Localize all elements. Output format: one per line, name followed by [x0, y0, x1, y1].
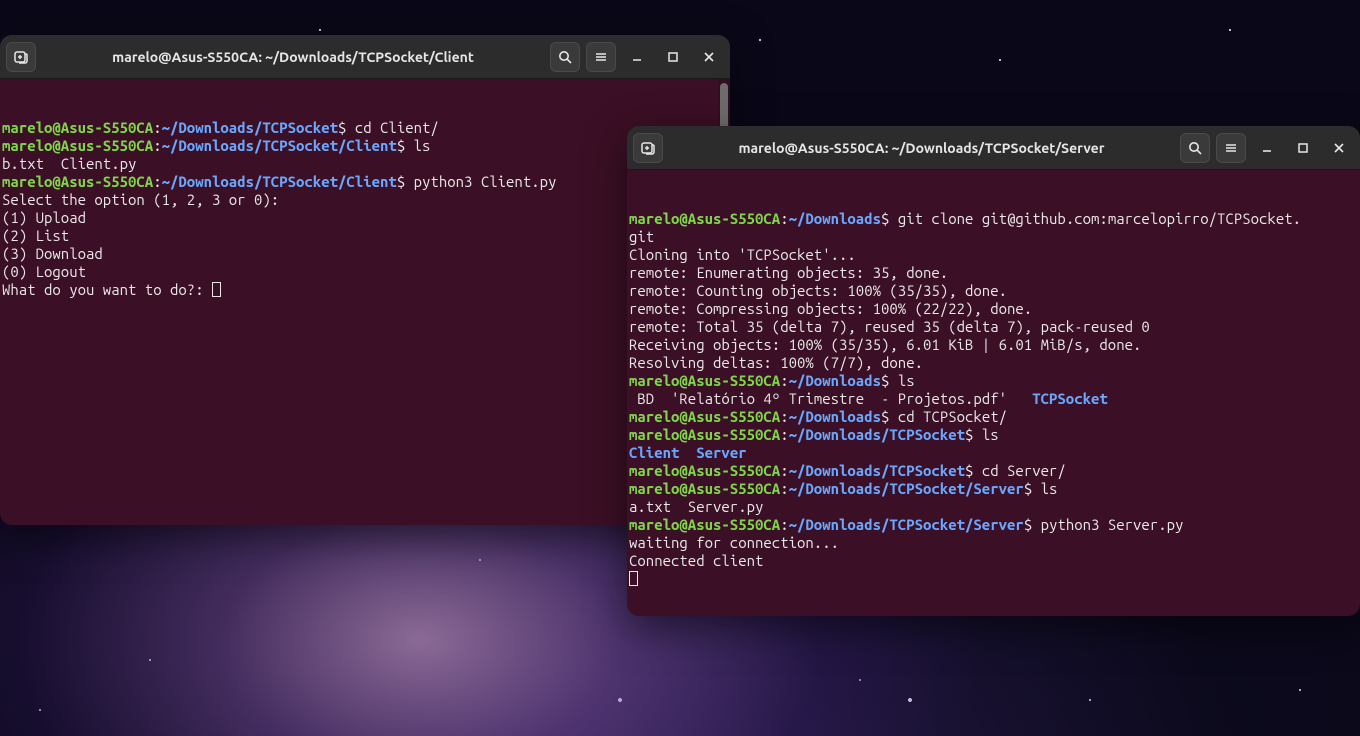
terminal-line: git — [629, 228, 1354, 246]
terminal-line: (3) Download — [2, 245, 724, 263]
terminal-line: What do you want to do?: — [2, 281, 724, 299]
maximize-button[interactable] — [658, 42, 688, 72]
terminal-line: Client Server — [629, 444, 1354, 462]
terminal-line: Receiving objects: 100% (35/35), 6.01 Ki… — [629, 336, 1354, 354]
terminal-line: marelo@Asus-S550CA:~/Downloads$ cd TCPSo… — [629, 408, 1354, 426]
terminal-line: Connected client — [629, 552, 1354, 570]
close-icon — [702, 50, 716, 64]
terminal-line: marelo@Asus-S550CA:~/Downloads/TCPSocket… — [629, 516, 1354, 534]
terminal-line: Cloning into 'TCPSocket'... — [629, 246, 1354, 264]
minimize-button[interactable] — [1252, 133, 1282, 163]
terminal-output[interactable]: marelo@Asus-S550CA:~/Downloads$ git clon… — [627, 170, 1360, 616]
terminal-line: waiting for connection... — [629, 534, 1354, 552]
hamburger-menu-button[interactable] — [1216, 133, 1246, 163]
terminal-line: marelo@Asus-S550CA:~/Downloads/TCPSocket… — [2, 173, 724, 191]
hamburger-icon — [1223, 140, 1239, 156]
minimize-icon — [630, 50, 644, 64]
terminal-line: (2) List — [2, 227, 724, 245]
maximize-icon — [1296, 141, 1310, 155]
titlebar[interactable]: marelo@Asus-S550CA: ~/Downloads/TCPSocke… — [627, 126, 1360, 170]
terminal-line: marelo@Asus-S550CA:~/Downloads/TCPSocket… — [2, 137, 724, 155]
new-tab-button[interactable] — [633, 133, 663, 163]
search-icon — [557, 49, 573, 65]
titlebar[interactable]: marelo@Asus-S550CA: ~/Downloads/TCPSocke… — [0, 35, 730, 79]
text-cursor — [212, 282, 221, 297]
terminal-output[interactable]: marelo@Asus-S550CA:~/Downloads/TCPSocket… — [0, 79, 730, 525]
hamburger-icon — [593, 49, 609, 65]
window-title: marelo@Asus-S550CA: ~/Downloads/TCPSocke… — [669, 140, 1174, 156]
minimize-icon — [1260, 141, 1274, 155]
close-button[interactable] — [694, 42, 724, 72]
terminal-window-client: marelo@Asus-S550CA: ~/Downloads/TCPSocke… — [0, 35, 730, 525]
text-cursor — [629, 571, 638, 586]
close-icon — [1332, 141, 1346, 155]
window-title: marelo@Asus-S550CA: ~/Downloads/TCPSocke… — [42, 49, 544, 65]
maximize-button[interactable] — [1288, 133, 1318, 163]
terminal-line: b.txt Client.py — [2, 155, 724, 173]
terminal-line: (1) Upload — [2, 209, 724, 227]
terminal-line: marelo@Asus-S550CA:~/Downloads$ git clon… — [629, 210, 1354, 228]
terminal-line: BD 'Relatório 4º Trimestre - Projetos.pd… — [629, 390, 1354, 408]
hamburger-menu-button[interactable] — [586, 42, 616, 72]
terminal-line: marelo@Asus-S550CA:~/Downloads/TCPSocket… — [629, 426, 1354, 444]
maximize-icon — [666, 50, 680, 64]
terminal-line: (0) Logout — [2, 263, 724, 281]
search-icon — [1187, 140, 1203, 156]
terminal-window-server: marelo@Asus-S550CA: ~/Downloads/TCPSocke… — [627, 126, 1360, 616]
search-button[interactable] — [550, 42, 580, 72]
terminal-line: a.txt Server.py — [629, 498, 1354, 516]
terminal-line: marelo@Asus-S550CA:~/Downloads$ ls — [629, 372, 1354, 390]
terminal-line: remote: Compressing objects: 100% (22/22… — [629, 300, 1354, 318]
terminal-line — [629, 570, 1354, 588]
terminal-line: remote: Enumerating objects: 35, done. — [629, 264, 1354, 282]
close-button[interactable] — [1324, 133, 1354, 163]
terminal-line: marelo@Asus-S550CA:~/Downloads/TCPSocket… — [2, 119, 724, 137]
new-tab-button[interactable] — [6, 42, 36, 72]
terminal-line: Select the option (1, 2, 3 or 0): — [2, 191, 724, 209]
search-button[interactable] — [1180, 133, 1210, 163]
new-tab-icon — [640, 140, 656, 156]
terminal-line: Resolving deltas: 100% (7/7), done. — [629, 354, 1354, 372]
terminal-line: remote: Total 35 (delta 7), reused 35 (d… — [629, 318, 1354, 336]
terminal-line: marelo@Asus-S550CA:~/Downloads/TCPSocket… — [629, 480, 1354, 498]
new-tab-icon — [13, 49, 29, 65]
minimize-button[interactable] — [622, 42, 652, 72]
terminal-line: remote: Counting objects: 100% (35/35), … — [629, 282, 1354, 300]
terminal-line: marelo@Asus-S550CA:~/Downloads/TCPSocket… — [629, 462, 1354, 480]
